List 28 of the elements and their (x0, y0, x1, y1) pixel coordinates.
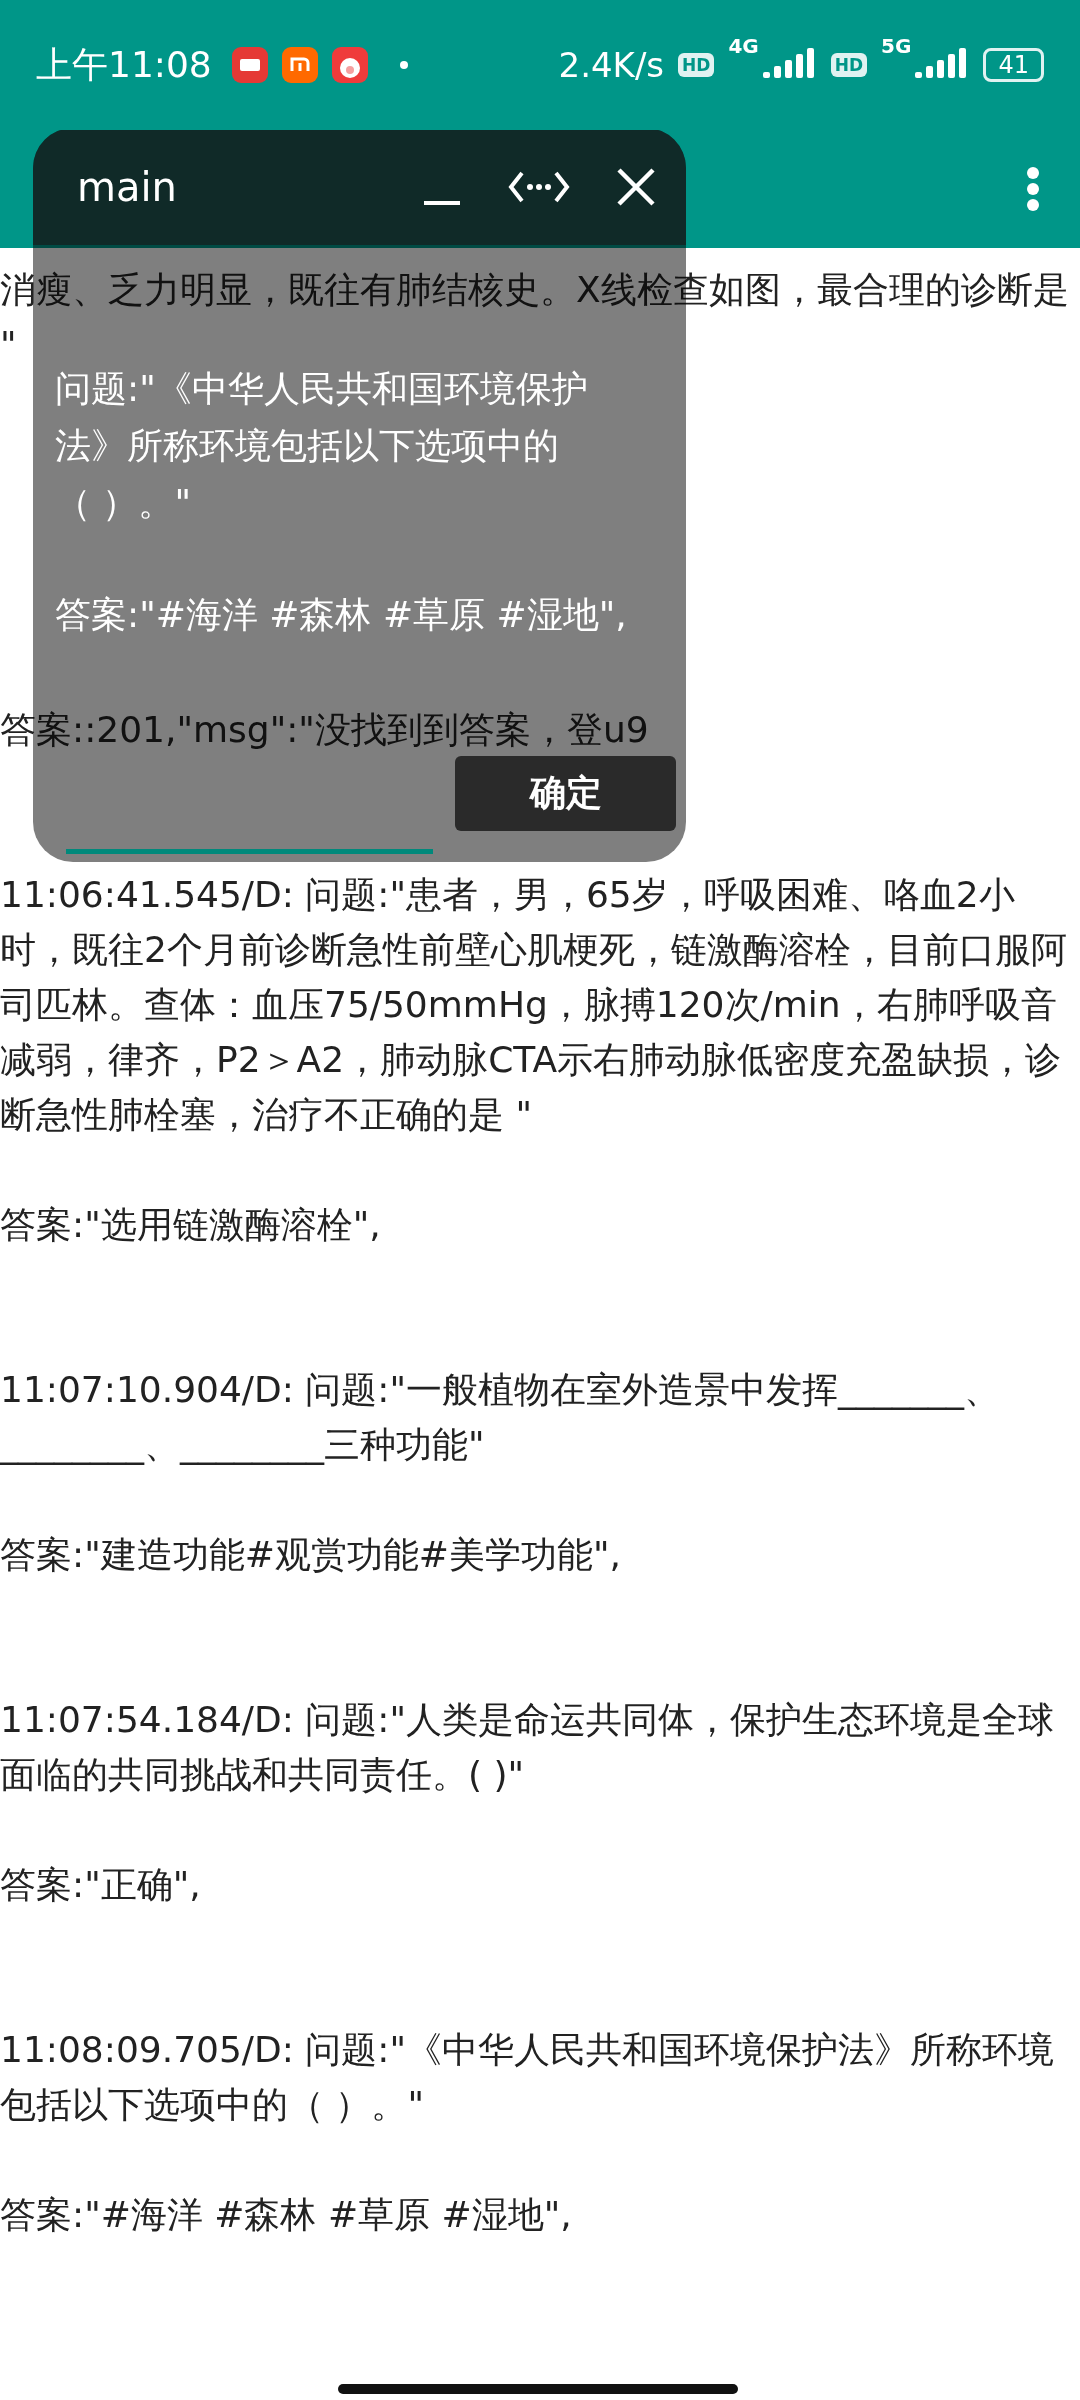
log-question: 11:08:09.705/D: 问题:"《中华人民共和国环境保护法》所称环境包括以下选项中的（ ）。" (0, 2028, 1055, 2127)
status-time: 上午11:08 (36, 42, 212, 87)
popup-answer: 答案:"#海洋 #森林 #草原 #湿地", (54, 593, 628, 637)
network-speed: 2.4K/s (558, 45, 665, 85)
log-question: 11:07:54.184/D: 问题:"人类是命运共同体，保护生态环境是全球面临的共同挑战和共同责任。( )" (0, 1698, 1055, 1797)
network-type: 4G (728, 34, 759, 58)
battery-level: 41 (983, 48, 1044, 82)
confirm-button[interactable]: 确定 (455, 756, 676, 831)
window-title: main (77, 163, 178, 210)
log-question: 消瘦、乏力明显，既往有肺结核史。X线检查如图，最合理的诊断是 " (0, 268, 1070, 367)
app-icon (331, 47, 368, 83)
log-question: 11:06:41.545/D: 问题:"患者，男，65岁，呼吸困难、咯血2小时，既往2个月前诊断急性前壁心肌梗死，链激酶溶栓，目前口服阿司匹林。查体：血压75/50mmHg，脉搏120次/min，右肺呼吸音减弱，律齐，P2＞A2，肺动脉CTA示右肺动脉低密度充盈缺损，诊断急性肺栓塞，治疗不正确的是 " (0, 873, 1068, 1137)
log-answer: 答案:"#海洋 #森林 #草原 #湿地", (0, 2193, 573, 2237)
dot-icon (399, 61, 408, 69)
log-question: 11:07:10.904/D: 问题:"一般植物在室外造景中发挥_______、________、________三种功能" (0, 1368, 1001, 1467)
log-answer: 答案::201,"msg":"没找到到答案，登u9 (0, 708, 650, 752)
log-answer: 答案:"建造功能#观赏功能#美学功能", (0, 1533, 623, 1577)
network-type: 5G (881, 34, 912, 58)
close-icon[interactable] (616, 166, 656, 207)
log-answer: 答案:"选用链激酶溶栓", (0, 1203, 382, 1247)
app-icon (231, 47, 268, 83)
app-icon (281, 47, 318, 83)
log-answer: 答案:"正确", (0, 1863, 202, 1907)
popup-question: 问题:"《中华人民共和国环境保护法》所称环境包括以下选项中的（ ）。" (54, 367, 589, 525)
hd-badge: HD (830, 53, 868, 77)
hd-badge: HD (678, 53, 715, 77)
more-menu-icon[interactable] (1026, 166, 1040, 212)
expand-icon[interactable] (508, 169, 570, 204)
